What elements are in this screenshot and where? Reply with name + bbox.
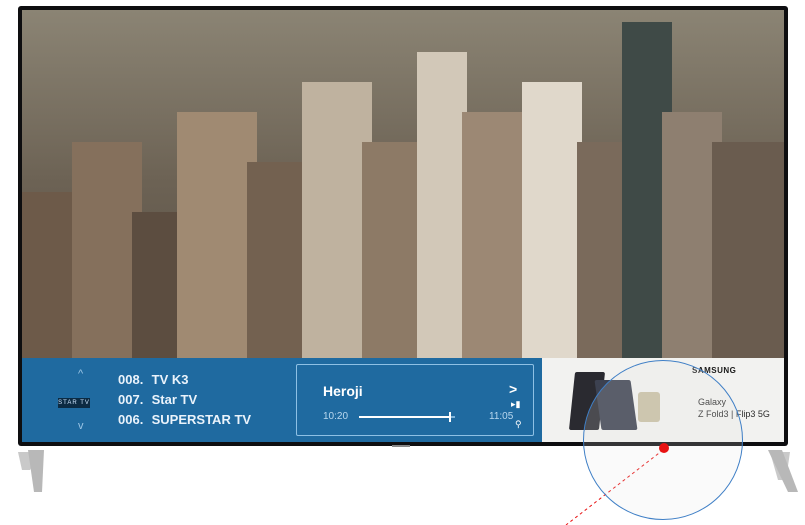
stand-left-leg <box>28 450 44 492</box>
highlight-dot <box>659 443 669 453</box>
magnifier-circle <box>583 360 743 520</box>
stand-right-leg <box>768 450 798 492</box>
